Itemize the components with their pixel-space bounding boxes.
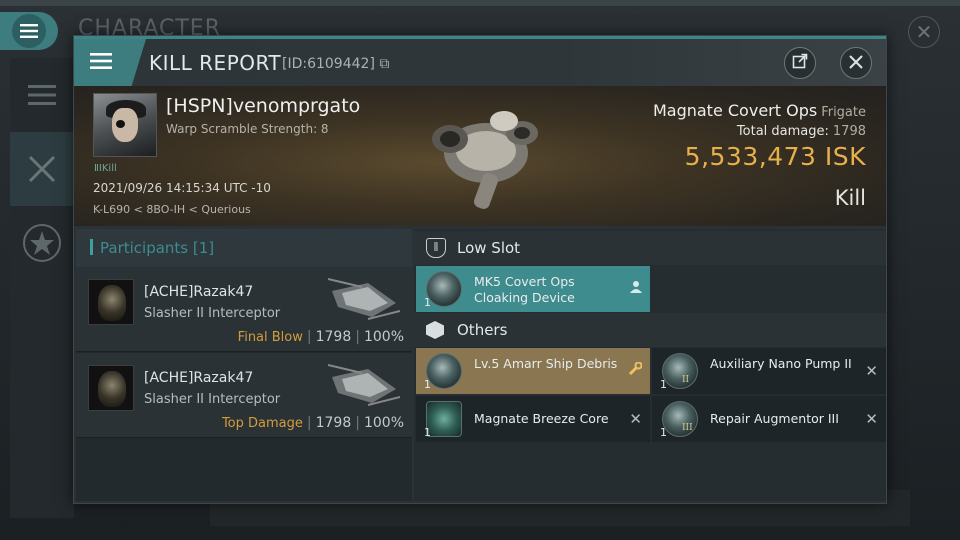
item-repair-augmentor[interactable]: III 1 Repair Augmentor III ✕ [652,396,886,442]
report-id-text: [ID:6109442] [282,56,375,72]
isk-value: 5,533,473 ISK [685,142,866,171]
participant-ship: Slasher II Interceptor [144,392,281,407]
total-damage: Total damage: 1798 [737,124,866,139]
others-title: Others [457,321,508,339]
kill-tag: ⅡIKill [94,163,117,174]
person-icon[interactable] [630,280,642,297]
participants-title: Participants [1] [100,239,215,257]
participant-avatar [88,365,134,411]
victim-summary: [HSPN]venomprgato Warp Scramble Strength… [74,86,886,226]
kill-tag-text: Kill [101,163,117,174]
low-slot-icon: ǁ [426,238,446,258]
share-button[interactable] [784,47,816,79]
participant-tag: Final Blow [237,330,303,345]
background-sidebar [10,58,74,518]
background-close-button[interactable]: ✕ [908,16,940,48]
item-quantity: 1 [424,296,431,309]
warp-scramble-strength: Warp Scramble Strength: 8 [166,122,329,136]
sidebar-swords-icon[interactable] [10,132,74,206]
item-quantity: 1 [424,426,431,439]
isk-amount: 5,533,473 [684,142,817,171]
modal-title: KILL REPORT [149,51,282,75]
participant-stats: Final Blow | 1798 | 100% [237,329,404,345]
external-link-icon [792,53,808,74]
item-name: MK5 Covert Ops Cloaking Device [474,274,575,305]
close-icon[interactable]: ✕ [865,362,878,380]
item-icon [662,353,698,389]
item-icon [426,353,462,389]
top-bar [0,0,960,6]
ship-name[interactable]: Magnate Covert Ops Frigate [653,101,866,120]
item-name: Repair Augmentor III [710,411,839,426]
participant-stats: Top Damage | 1798 | 100% [221,415,404,431]
item-amarr-debris[interactable]: 1 Lv.5 Amarr Ship Debris [416,348,650,394]
kill-report-modal: KILL REPORT [ID:6109442] ⧉ [HSPN]venompr… [73,35,887,504]
participant-ship-image [328,364,400,406]
ship-image [432,111,538,209]
participants-panel: Participants [1] [ACHE]Razak47 Slasher I… [76,229,412,501]
main-menu-button[interactable] [0,12,58,50]
items-panel: ǁ Low Slot 1 MK5 Covert Ops Cloaking Dev… [414,229,886,501]
participant-row[interactable]: [ACHE]Razak47 Slasher II Interceptor Top… [76,353,412,438]
sidebar-list-icon[interactable] [10,58,74,132]
participant-avatar [88,279,134,325]
result-label: Kill [834,186,866,210]
cube-icon [426,321,444,339]
hamburger-icon [12,14,46,48]
item-nano-pump[interactable]: II 1 Auxiliary Nano Pump II ✕ [652,348,886,394]
item-quantity: 1 [660,378,667,391]
item-tier: III [682,423,693,433]
victim-portrait[interactable] [93,93,157,157]
ship-name-text: Magnate Covert Ops [652,101,818,120]
item-cloaking-device[interactable]: 1 MK5 Covert Ops Cloaking Device [416,266,650,312]
item-name: Auxiliary Nano Pump II [710,356,852,371]
kill-date: 2021/09/26 14:15:34 UTC -10 [93,181,271,195]
participants-header: Participants [1] [76,229,412,267]
close-icon[interactable]: ✕ [629,410,642,428]
sidebar-star-icon[interactable] [10,206,74,280]
hamburger-icon [90,52,112,73]
participant-row[interactable]: [ACHE]Razak47 Slasher II Interceptor Fin… [76,267,412,352]
participant-name: [ACHE]Razak47 [144,370,254,386]
participant-percent: 100% [363,415,404,431]
item-quantity: 1 [660,426,667,439]
modal-header: KILL REPORT [ID:6109442] ⧉ [74,36,886,86]
victim-name[interactable]: [HSPN]venomprgato [166,95,360,117]
item-name: Lv.5 Amarr Ship Debris [474,356,618,371]
wrench-icon[interactable] [628,361,643,380]
participant-damage: 1798 [315,329,352,345]
kill-location[interactable]: K-L690 < 8BO-IH < Querious [93,203,251,216]
item-icon [426,401,462,437]
report-id[interactable]: [ID:6109442] ⧉ [282,56,389,72]
participant-ship: Slasher II Interceptor [144,306,281,321]
participant-tag: Top Damage [221,416,303,431]
modal-menu-button[interactable] [74,39,146,86]
participant-damage: 1798 [315,415,352,431]
close-button[interactable] [840,47,872,79]
close-icon[interactable]: ✕ [865,410,878,428]
participant-ship-image [328,278,400,320]
total-damage-label: Total damage: [736,124,829,139]
copy-icon[interactable]: ⧉ [379,56,389,72]
item-tier: II [682,375,690,385]
item-icon [426,271,462,307]
ship-class: Frigate [821,105,866,120]
total-damage-value: 1798 [832,124,866,139]
low-slot-header: ǁ Low Slot [414,231,886,265]
low-slot-title: Low Slot [457,239,521,257]
item-name: Magnate Breeze Core [474,411,609,426]
close-icon [849,53,863,74]
participant-name: [ACHE]Razak47 [144,284,254,300]
participant-percent: 100% [363,329,404,345]
item-breeze-core[interactable]: 1 Magnate Breeze Core ✕ [416,396,650,442]
others-header: Others [414,313,886,347]
isk-unit: ISK [824,142,866,171]
item-quantity: 1 [424,378,431,391]
